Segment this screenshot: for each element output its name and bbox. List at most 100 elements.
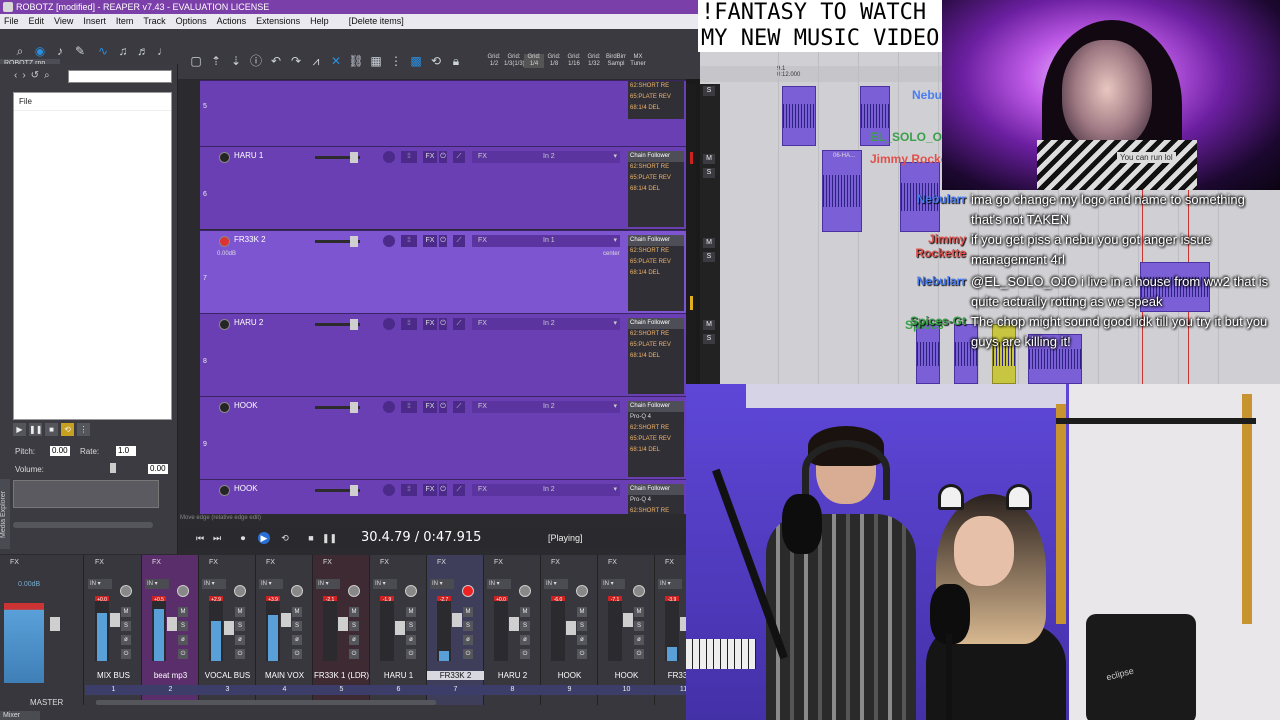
link-icon[interactable]: ⛓: [348, 53, 364, 69]
grid-third[interactable]: Grid: 1/3(1/3): [504, 54, 525, 68]
volume-value[interactable]: 0.00: [148, 464, 168, 474]
strip-fader[interactable]: [395, 621, 405, 635]
mixer-strip[interactable]: FX IN ▾ +0.0 M Sø ⏻ MIX BUS 1: [85, 555, 142, 705]
menu-extensions[interactable]: Extensions: [252, 14, 306, 29]
strip-fader[interactable]: [566, 621, 576, 635]
strip-name[interactable]: FR33K 2: [427, 671, 484, 680]
strip-fader[interactable]: [281, 613, 291, 627]
mute-button[interactable]: M: [463, 607, 473, 617]
mute-button[interactable]: M: [703, 154, 715, 164]
fx-chain-list[interactable]: Chain Follower 62:SHORT RE 65:PLATE REV 68:…: [628, 235, 684, 311]
pan-knob[interactable]: [383, 401, 395, 413]
fx-bypass-button[interactable]: ⏻: [634, 649, 644, 659]
fx-chain-list[interactable]: Chain Follower Pro-Q 4 62:SHORT RE 65:PLATE…: [628, 401, 684, 477]
mixer-strip[interactable]: FX IN ▾ +3.9 M Sø ⏻ MAIN VOX 4: [256, 555, 313, 705]
record-arm-icon[interactable]: [219, 152, 230, 163]
go-start-icon[interactable]: ⏮: [194, 532, 206, 544]
strip-name[interactable]: beat mp3: [142, 671, 199, 680]
menu-insert[interactable]: Insert: [79, 14, 112, 29]
fx-bypass-button[interactable]: ⏻: [406, 649, 416, 659]
grid-icon[interactable]: ▦: [368, 53, 384, 69]
mute-button[interactable]: M: [406, 607, 416, 617]
save-icon[interactable]: ⇣: [228, 53, 244, 69]
explorer-scrollbar[interactable]: [13, 522, 153, 528]
fx-chain-item[interactable]: 65:PLATE REV: [628, 92, 684, 103]
strip-fx-button[interactable]: FX: [541, 559, 598, 566]
mute-button[interactable]: M: [178, 607, 188, 617]
track-name[interactable]: FR33K 2: [234, 235, 266, 244]
strip-input-button[interactable]: IN ▾: [544, 579, 568, 589]
strip-fader[interactable]: [167, 617, 177, 631]
loop-icon[interactable]: ⟲: [428, 53, 444, 69]
track-5[interactable]: 5 62:SHORT RE 65:PLATE REV 68:1/4 DEL: [200, 80, 686, 146]
fx-chain-item[interactable]: Pro-Q 4: [628, 495, 684, 506]
phase-button[interactable]: ø: [406, 635, 416, 645]
strip-fader[interactable]: [623, 613, 633, 627]
fx-chain-item[interactable]: 65:PLATE REV: [628, 340, 684, 351]
fx-chain-item[interactable]: 65:PLATE REV: [628, 257, 684, 268]
mute-button[interactable]: M: [121, 607, 131, 617]
phase-button[interactable]: ø: [577, 635, 587, 645]
ripple-icon[interactable]: ✕: [328, 53, 344, 69]
strip-input-button[interactable]: IN ▾: [316, 579, 340, 589]
route-icon[interactable]: ⦙⦙: [401, 318, 417, 330]
fx-button[interactable]: FX: [423, 318, 437, 330]
menu-edit[interactable]: Edit: [25, 14, 51, 29]
volume-fader-handle[interactable]: [350, 319, 358, 330]
solo-button[interactable]: S: [634, 621, 644, 631]
pan-knob[interactable]: [383, 484, 395, 496]
grid-quarter[interactable]: Grid: 1/4: [524, 54, 544, 68]
mixer-strip[interactable]: FX IN ▾ -2.7 M Sø ⏻ FR33K 27: [427, 555, 484, 705]
mixer-scrollbar[interactable]: [96, 700, 436, 705]
grid-thirtysecond[interactable]: Grid: 1/32: [584, 54, 604, 68]
fx-chain-header[interactable]: Chain Follower: [628, 318, 684, 329]
track-6[interactable]: 6 HARU 1 ⦙⦙ FX ⏻ ⟋ FX In 2 ▾ Chain Follower 62:SHO…: [200, 146, 686, 229]
strip-name[interactable]: HARU 2: [484, 671, 541, 680]
route-icon[interactable]: ⦙⦙: [401, 401, 417, 413]
strip-input-button[interactable]: IN ▾: [430, 579, 454, 589]
stop-icon[interactable]: ■: [305, 532, 317, 544]
phase-button[interactable]: ø: [634, 635, 644, 645]
track-10[interactable]: 10HOOK⦙⦙FX⏻⟋FXIn 2▾Chain FollowerPro-Q 4…: [200, 479, 686, 514]
fx-button[interactable]: FX: [423, 235, 437, 247]
phase-button[interactable]: ø: [178, 635, 188, 645]
strip-input-button[interactable]: IN ▾: [487, 579, 511, 589]
mute-button[interactable]: M: [703, 238, 715, 248]
fx-chain-item[interactable]: 65:PLATE REV: [628, 434, 684, 445]
mixer-strip[interactable]: FX IN ▾ -6.0 M Sø ⏻ HOOK 9: [541, 555, 598, 705]
input-select[interactable]: FX In 2 ▾: [472, 318, 620, 330]
fx-chain-item[interactable]: 62:SHORT RE: [628, 246, 684, 257]
input-select[interactable]: FX In 1 ▾: [472, 235, 620, 247]
mixer-tab[interactable]: Mixer: [0, 711, 40, 720]
phase-button[interactable]: ø: [349, 635, 359, 645]
track-9[interactable]: 9 HOOK ⦙⦙ FX ⏻ ⟋ FX In 2 ▾ Chain Follower Pro-Q 46…: [200, 396, 686, 479]
strip-fader[interactable]: [110, 613, 120, 627]
route-icon[interactable]: ⦙⦙: [401, 151, 417, 163]
waveform-preview[interactable]: [13, 480, 159, 508]
fx-chain-list[interactable]: Chain Follower Pro-Q 4 62:SHORT RE: [628, 484, 684, 514]
undo-icon[interactable]: ↶: [268, 53, 284, 69]
fx-chain-header[interactable]: Chain Follower: [628, 235, 684, 246]
phase-button[interactable]: ø: [121, 635, 131, 645]
strip-fader[interactable]: [452, 613, 462, 627]
menu-file[interactable]: File: [0, 14, 25, 29]
solo-button[interactable]: S: [349, 621, 359, 631]
solo-button[interactable]: S: [703, 86, 715, 96]
info-icon[interactable]: ⓘ: [248, 53, 264, 69]
input-select[interactable]: FX In 2 ▾: [472, 151, 620, 163]
strip-fx-button[interactable]: FX: [313, 559, 370, 566]
pan-knob[interactable]: [291, 585, 303, 597]
input-select[interactable]: FX In 2 ▾: [472, 484, 620, 496]
explorer-file-list[interactable]: File: [13, 92, 172, 420]
pan-knob[interactable]: [383, 318, 395, 330]
mixer-strip[interactable]: FX IN ▾ -7.1 M Sø ⏻ HOOK 10: [598, 555, 655, 705]
new-file-icon[interactable]: ▢: [188, 53, 204, 69]
strip-fx-button[interactable]: FX: [427, 559, 484, 566]
envelope-icon[interactable]: ⟋: [453, 318, 465, 330]
track-name[interactable]: HOOK: [234, 401, 258, 410]
fx-bypass-icon[interactable]: ⏻: [439, 235, 447, 247]
rate-value[interactable]: 1.0: [116, 446, 136, 456]
fx-chain-item[interactable]: Pro-Q 4: [628, 412, 684, 423]
fx-chain-list[interactable]: Chain Follower 62:SHORT RE 65:PLATE REV 68:…: [628, 151, 684, 227]
strip-name[interactable]: HOOK: [541, 671, 598, 680]
